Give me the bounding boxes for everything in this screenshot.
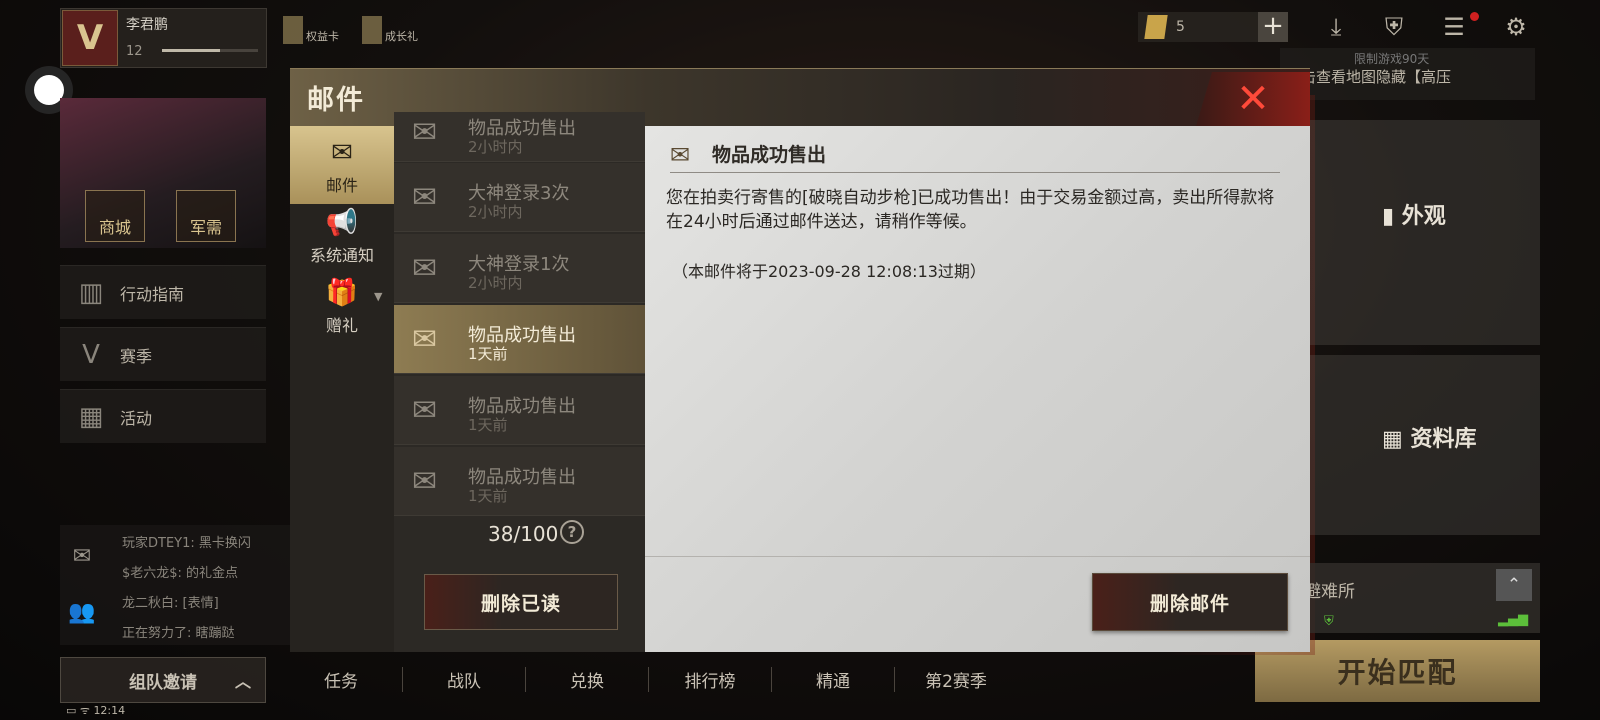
shelter-card[interactable]: 避难所 ⌃ ⛨ ▂▄▆ [1290,563,1540,633]
tab-season[interactable]: 第2赛季 [895,667,1017,692]
tab-exchange[interactable]: 兑换 [526,666,649,692]
mail-list-item[interactable]: ✉ 大神登录1次 2小时内 [394,234,645,303]
gift-icon: ▦ [78,401,104,432]
chat-line: $老六龙$: 的礼金点 [122,566,239,581]
notification-dot [1470,12,1479,21]
mail-icon: ✉ [331,138,353,168]
appearance-card[interactable]: ▮ 外观 [1310,120,1540,345]
envelope-icon: ✉ [412,180,438,215]
currency-bar: 5 + [1138,12,1288,42]
divider [645,556,1310,557]
category-gift[interactable]: 🎁 赠礼 [290,266,394,344]
gear-icon[interactable]: ⚙ [1498,12,1534,42]
delete-mail-button[interactable]: 删除邮件 [1092,573,1288,631]
download-icon[interactable]: ⤓ [1318,12,1354,42]
divider [670,172,1280,173]
close-icon: ✕ [1236,76,1270,122]
shop-button[interactable]: 商城 [85,190,145,242]
envelope-icon: ✉ [412,251,438,286]
add-currency-button[interactable]: + [1258,12,1288,42]
help-icon[interactable]: ? [560,520,584,544]
armory-button[interactable]: 军需 [176,190,236,242]
close-button[interactable]: ✕ [1196,72,1310,126]
chevron-up-icon: ︿ [234,672,251,691]
mail-expiry: （本邮件将于2023-09-28 12:08:13过期） [672,262,986,281]
signal-icon: ▂▄▆ [1498,612,1528,627]
season-icon: V [82,339,100,370]
chat-line: 正在努力了: 瞎蹦跶 [122,626,235,641]
mail-list-item[interactable]: ✉ 大神登录3次 2小时内 [394,163,645,232]
player-avatar[interactable]: V [62,10,118,66]
tab-mastery[interactable]: 精通 [772,666,895,692]
card-icon [283,16,303,44]
friends-icon[interactable]: 👥 [60,584,104,640]
mail-list-item[interactable]: ✉ 物品成功售出 2小时内 [394,112,645,162]
status-time: ▭ ᯤ 12:14 [66,704,126,717]
mail-icon[interactable]: ✉ [60,528,104,584]
level-progress-bar [162,49,258,52]
mail-list-item-selected[interactable]: ✉ 物品成功售出 1天前 [394,305,645,374]
side-menu-season[interactable]: V 赛季 [60,327,266,381]
envelope-icon: ✉ [412,115,438,150]
delete-read-button[interactable]: 删除已读 [424,574,618,630]
mail-count: 38/100 [488,522,559,546]
caret-down-icon[interactable]: ▼ [374,290,382,303]
envelope-icon: ✉ [670,141,691,169]
megaphone-icon: 📢 [325,208,359,238]
gift-icon: 🎁 [325,278,359,308]
team-invite-button[interactable]: 组队邀请 ︿ [60,657,266,703]
growth-gift-link[interactable]: 成长礼 [362,16,418,44]
tab-clan[interactable]: 战队 [403,666,526,692]
side-menu-activity[interactable]: ▦ 活动 [60,389,266,443]
currency-icon [1144,15,1168,39]
envelope-icon: ✉ [412,322,438,357]
privilege-card-link[interactable]: 权益卡 [283,16,339,44]
side-menu-guide[interactable]: ▥ 行动指南 [60,265,266,319]
library-card[interactable]: ▦ 资料库 [1310,355,1540,535]
mail-detail-body: 您在拍卖行寄售的[破晓自动步枪]已成功售出！由于交易金额过高，卖出所得款将在24… [666,188,1275,232]
bottom-tabs: 任务 战队 兑换 排行榜 精通 第2赛季 [280,656,1017,702]
tab-tasks[interactable]: 任务 [280,666,403,692]
mail-list-item[interactable]: ✉ 物品成功售出 1天前 [394,376,645,445]
player-name: 李君鹏 [126,17,168,33]
tab-leaderboard[interactable]: 排行榜 [649,666,772,692]
list-icon[interactable]: ☰ [1436,12,1472,42]
dialog-title: 邮件 [307,85,365,116]
player-level: 12 [126,44,143,59]
shield-icon[interactable]: ⛨ [1376,12,1412,42]
chevron-up-icon[interactable]: ⌃ [1496,569,1532,601]
shield-icon: ⛨ [1324,614,1334,629]
chat-line: 玩家DTEY1: 黑卡换闪 [122,536,251,551]
category-mail[interactable]: ✉ 邮件 [290,126,394,204]
mail-list-item[interactable]: ✉ 物品成功售出 1天前 [394,447,645,516]
chat-line: 龙二秋白: [表情] [122,596,219,611]
category-system-notice[interactable]: 📢 系统通知 [290,196,394,274]
gift-icon [362,16,382,44]
envelope-icon: ✉ [412,464,438,499]
map-icon: ▥ [78,277,104,308]
envelope-icon: ✉ [412,393,438,428]
news-banner[interactable]: 限制游戏90天 点击查看地图隐藏【高压 [1280,48,1535,100]
mail-detail-title: 物品成功售出 [712,144,827,166]
